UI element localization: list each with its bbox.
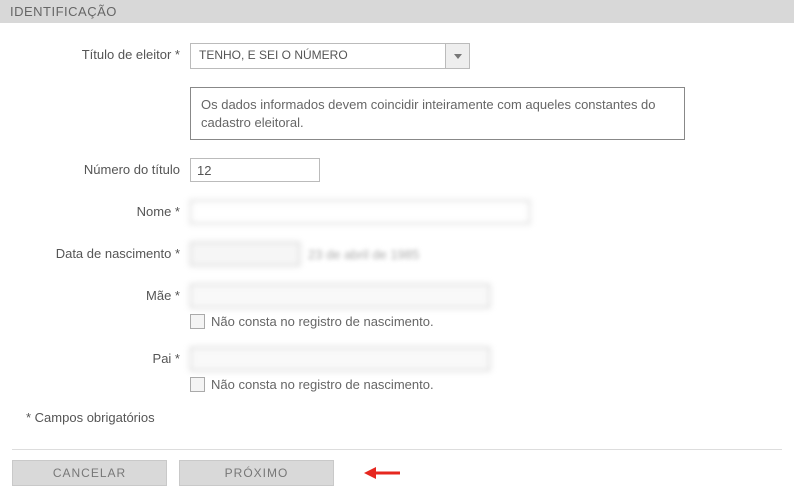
row-nascimento: Data de nascimento * 23 de abril de 1985 — [20, 242, 774, 266]
row-numero: Número do título — [20, 158, 774, 182]
cancel-button[interactable]: CANCELAR — [12, 460, 167, 486]
button-bar: CANCELAR PRÓXIMO — [0, 456, 794, 498]
arrow-left-icon — [364, 466, 400, 480]
checkbox-mae-nao-consta[interactable] — [190, 314, 205, 329]
label-nome: Nome * — [20, 200, 190, 219]
row-nome: Nome * — [20, 200, 774, 224]
input-nome[interactable] — [190, 200, 530, 224]
section-header: IDENTIFICAÇÃO — [0, 0, 794, 23]
input-numero-titulo[interactable] — [190, 158, 320, 182]
label-mae: Mãe * — [20, 284, 190, 303]
input-mae[interactable] — [190, 284, 490, 308]
next-button[interactable]: PRÓXIMO — [179, 460, 334, 486]
select-titulo[interactable]: TENHO, E SEI O NÚMERO — [190, 43, 470, 69]
label-numero: Número do título — [20, 158, 190, 177]
row-titulo: Título de eleitor * TENHO, E SEI O NÚMER… — [20, 43, 774, 69]
required-fields-note: * Campos obrigatórios — [26, 410, 774, 425]
field-titulo: TENHO, E SEI O NÚMERO — [190, 43, 774, 69]
label-nascimento: Data de nascimento * — [20, 242, 190, 261]
checkbox-label-mae: Não consta no registro de nascimento. — [211, 314, 434, 329]
info-message: Os dados informados devem coincidir inte… — [190, 87, 685, 140]
checkbox-row-mae: Não consta no registro de nascimento. — [190, 314, 774, 329]
checkbox-row-pai: Não consta no registro de nascimento. — [190, 377, 774, 392]
checkbox-pai-nao-consta[interactable] — [190, 377, 205, 392]
input-pai[interactable] — [190, 347, 490, 371]
nascimento-formatted: 23 de abril de 1985 — [308, 247, 419, 262]
chevron-down-icon — [445, 44, 469, 68]
select-titulo-value: TENHO, E SEI O NÚMERO — [191, 44, 445, 68]
row-pai: Pai * Não consta no registro de nascimen… — [20, 347, 774, 392]
section-title: IDENTIFICAÇÃO — [10, 4, 117, 19]
row-mae: Mãe * Não consta no registro de nascimen… — [20, 284, 774, 329]
identification-form: Título de eleitor * TENHO, E SEI O NÚMER… — [0, 23, 794, 449]
label-titulo: Título de eleitor * — [20, 43, 190, 62]
separator — [12, 449, 782, 450]
label-pai: Pai * — [20, 347, 190, 366]
input-data-nascimento[interactable] — [190, 242, 300, 266]
checkbox-label-pai: Não consta no registro de nascimento. — [211, 377, 434, 392]
row-info: Os dados informados devem coincidir inte… — [20, 87, 774, 140]
